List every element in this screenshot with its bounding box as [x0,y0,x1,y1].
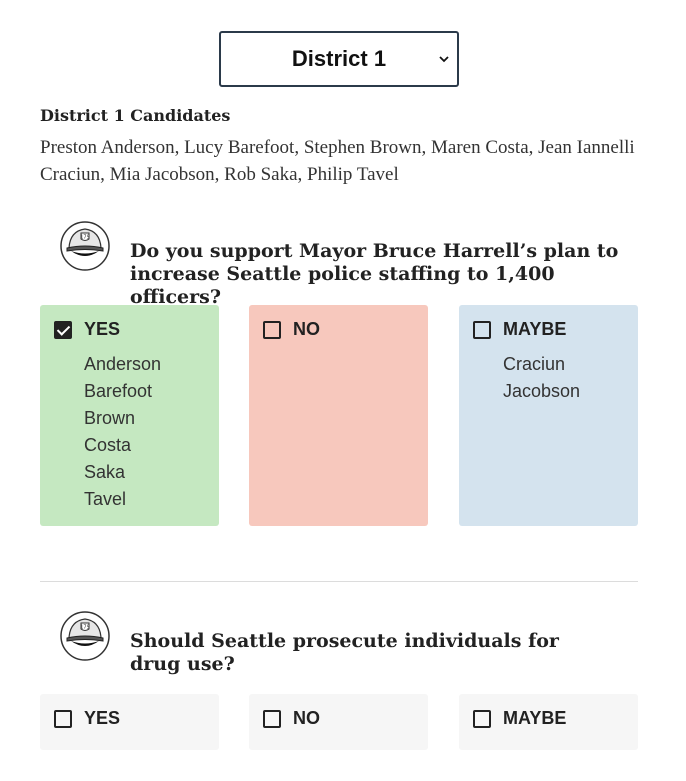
district-select-value: District 1 [291,46,387,71]
answer-yes-box: YES [40,694,219,750]
answer-maybe-box: MAYBE Craciun Jacobson [459,305,638,526]
answer-maybe[interactable]: MAYBE [473,319,566,340]
chevron-down-icon [439,56,449,63]
checkbox-icon[interactable] [263,320,281,339]
checkbox-checked-icon[interactable] [54,320,72,339]
answer-label: NO [293,708,320,728]
checkbox-icon[interactable] [54,709,72,728]
answer-no[interactable]: NO [263,708,320,729]
list-item: Barefoot [84,381,153,401]
answer-yes-box: YES Anderson Barefoot Brown Costa Saka T… [40,305,219,526]
answer-no-box: NO [249,305,428,526]
list-item: Brown [84,408,136,428]
maybe-candidate-list: Craciun Jacobson [503,351,580,405]
answer-yes[interactable]: YES [54,708,120,729]
answer-label: NO [293,319,320,339]
answer-yes[interactable]: YES [54,319,120,340]
district-select[interactable]: District 1 [219,31,459,87]
answer-label: MAYBE [503,319,567,339]
answer-maybe[interactable]: MAYBE [473,708,566,729]
question-text: Should Seattle prosecute individuals for… [130,630,559,675]
checkbox-icon[interactable] [473,709,491,728]
checkbox-icon[interactable] [263,709,281,728]
checkbox-icon[interactable] [473,320,491,339]
svg-text:179: 179 [80,235,90,241]
answer-label: MAYBE [503,708,567,728]
list-item: Craciun [503,354,566,374]
police-officer-icon: 179 [60,221,110,271]
list-item: Costa [84,435,132,455]
candidates-list: Preston Anderson, Lucy Barefoot, Stephen… [40,137,635,185]
answer-maybe-box: MAYBE [459,694,638,750]
svg-text:179: 179 [80,625,90,631]
question-text: Do you support Mayor Bruce Harrell’s pla… [130,240,619,308]
answer-label: YES [84,319,121,339]
police-officer-icon: 179 [60,611,110,661]
candidates-heading: District 1 Candidates [40,106,231,125]
answer-no-box: NO [249,694,428,750]
list-item: Jacobson [503,381,581,401]
list-item: Tavel [84,489,127,509]
yes-candidate-list: Anderson Barefoot Brown Costa Saka Tavel [84,351,161,513]
answer-no[interactable]: NO [263,319,320,340]
answer-label: YES [84,708,121,728]
list-item: Anderson [84,354,162,374]
list-item: Saka [84,462,126,482]
section-divider [40,581,638,582]
